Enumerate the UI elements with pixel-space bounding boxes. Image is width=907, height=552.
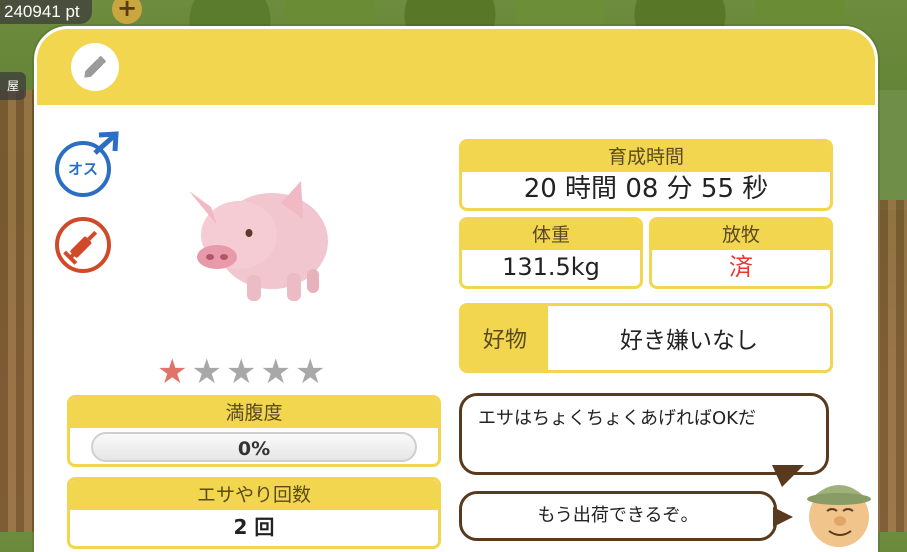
syringe-icon: [63, 230, 98, 265]
shipping-speech-bubble: もう出荷できるぞ。: [459, 491, 777, 541]
grazing-label: 放牧: [652, 220, 830, 250]
rating-star: ★: [191, 352, 222, 392]
fullness-value: 0%: [237, 438, 271, 460]
farmer-avatar: [807, 485, 871, 547]
rating-star: ★: [294, 352, 326, 392]
side-menu-tab[interactable]: 屋: [0, 72, 26, 100]
grazing-box: 放牧 済: [649, 217, 833, 289]
panel-content: オス ★ ★ ★ ★ ★ 満腹度 0% エサやり回数 2 回 育成時間 20 時…: [37, 105, 875, 549]
growth-time-label: 育成時間: [462, 142, 830, 172]
rating-star: ★: [157, 352, 188, 392]
rating-stars: ★ ★ ★ ★ ★: [157, 355, 325, 389]
fullness-meter: 0%: [91, 432, 417, 462]
weight-label: 体重: [462, 220, 640, 250]
rating-star: ★: [260, 352, 291, 392]
points-counter: 240941 pt: [0, 0, 92, 24]
rating-star: ★: [225, 352, 257, 392]
fullness-box: 満腹度 0%: [67, 395, 441, 467]
vaccine-badge: [55, 217, 111, 273]
pig-detail-panel: オス ★ ★ ★ ★ ★ 満腹度 0% エサやり回数 2 回 育成時間 20 時…: [34, 26, 878, 552]
favorite-food-box: 好物 好き嫌いなし: [459, 303, 833, 373]
edit-name-button[interactable]: [71, 43, 119, 91]
weight-value: 131.5kg: [502, 253, 600, 281]
growth-time-value: 20 時間 08 分 55 秒: [523, 174, 769, 204]
advice-speech-bubble: エサはちょくちょくあげればOKだ: [459, 393, 829, 475]
pig-image: [189, 181, 328, 301]
fullness-label: 満腹度: [70, 398, 438, 428]
pencil-icon: [84, 56, 106, 78]
feeding-count-value: 2 回: [233, 515, 275, 539]
panel-header: [37, 29, 875, 105]
gender-badge: オス: [55, 131, 119, 197]
weight-box: 体重 131.5kg: [459, 217, 643, 289]
gender-label: オス: [67, 160, 98, 178]
speech-bubble-tail: [773, 507, 793, 527]
feeding-count-box: エサやり回数 2 回: [67, 477, 441, 549]
favorite-food-label: 好物: [462, 306, 548, 370]
grazing-value: 済: [729, 253, 753, 281]
favorite-food-value: 好き嫌いなし: [620, 328, 758, 354]
feeding-count-label: エサやり回数: [70, 480, 438, 510]
growth-time-box: 育成時間 20 時間 08 分 55 秒: [459, 139, 833, 211]
